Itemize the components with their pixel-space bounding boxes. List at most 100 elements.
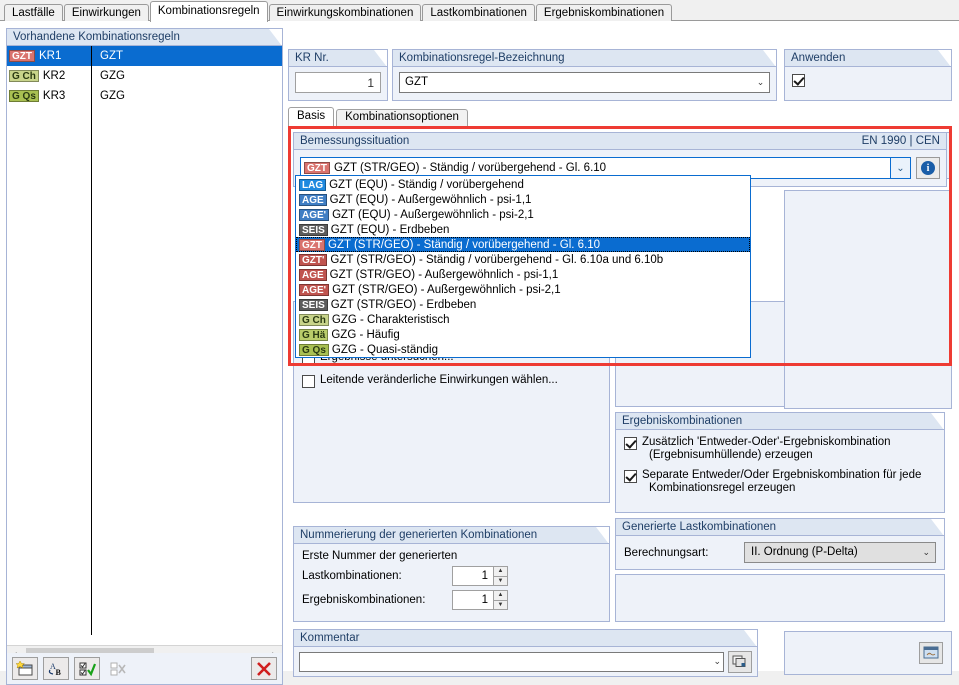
copy-windows-icon xyxy=(732,655,748,669)
design-situation-value: GZT (STR/GEO) - Ständig / vorübergehend … xyxy=(334,162,606,174)
tab-lastfälle[interactable]: Lastfälle xyxy=(4,4,63,21)
number-stepper[interactable]: 1▲▼ xyxy=(452,590,508,610)
table-row[interactable]: G QsKR3GZG xyxy=(7,86,282,106)
header-corner-decoration xyxy=(931,413,944,430)
combination-rules-list[interactable]: GZTKR1GZTG ChKR2GZGG QsKR3GZG xyxy=(7,46,282,635)
inner-tab-basis[interactable]: Basis xyxy=(288,107,334,126)
stepper-value[interactable]: 1 xyxy=(452,590,493,610)
inner-tab-kombinationsoptionen[interactable]: Kombinationsoptionen xyxy=(336,109,468,126)
chevron-down-icon[interactable]: ⌄ xyxy=(713,653,721,671)
numbering-title: Nummerierung der generierten Kombination… xyxy=(300,529,537,541)
result-combinations-checkbox-list: Zusätzlich 'Entweder-Oder'-Ergebniskombi… xyxy=(624,436,936,495)
checkbox[interactable] xyxy=(624,437,637,450)
stepper-up-icon[interactable]: ▲ xyxy=(493,590,508,600)
kr-designation-header: Kombinationsregel-Bezeichnung xyxy=(392,49,777,66)
tab-einwirkungen[interactable]: Einwirkungen xyxy=(64,4,149,21)
rule-number: KR3 xyxy=(43,90,65,102)
analysis-type-value: II. Ordnung (P-Delta) xyxy=(751,546,858,558)
number-stepper[interactable]: 1▲▼ xyxy=(452,566,508,586)
apply-title: Anwenden xyxy=(791,52,845,64)
checkbox-label-line2[interactable]: Kombinationsregel erzeugen xyxy=(642,482,921,495)
dropdown-option[interactable]: AGEGZT (STR/GEO) - Außergewöhnlich - psi… xyxy=(296,267,750,282)
kr-number-header: KR Nr. xyxy=(288,49,388,66)
checkbox-label-line2[interactable]: (Ergebnisumhüllende) erzeugen xyxy=(642,449,891,462)
dropdown-option-label: GZT (STR/GEO) - Außergewöhnlich - psi-1,… xyxy=(330,269,559,281)
dropdown-option[interactable]: AGE'GZT (EQU) - Außergewöhnlich - psi-2,… xyxy=(296,207,750,222)
dropdown-option-label: GZT (EQU) - Außergewöhnlich - psi-1,1 xyxy=(330,194,532,206)
apply-settings-button[interactable] xyxy=(919,642,943,664)
checkbox-label-line1[interactable]: Separate Entweder/Oder Ergebniskombinati… xyxy=(642,469,921,482)
tab-einwirkungskombinationen[interactable]: Einwirkungskombinationen xyxy=(269,4,422,21)
delete-x-icon xyxy=(255,661,273,677)
rename-combination-rule-button[interactable]: A B xyxy=(43,657,69,680)
checkbox[interactable] xyxy=(624,470,637,483)
checkbox-label-line1[interactable]: Zusätzlich 'Entweder-Oder'-Ergebniskombi… xyxy=(642,436,891,449)
table-row[interactable]: G ChKR2GZG xyxy=(7,66,282,86)
stepper-up-icon[interactable]: ▲ xyxy=(493,566,508,576)
comment-value xyxy=(300,656,304,668)
header-corner-decoration xyxy=(931,519,944,536)
situation-badge-icon: SEIS xyxy=(299,299,328,311)
situation-badge-icon: AGE xyxy=(299,194,327,206)
tab-lastkombinationen[interactable]: Lastkombinationen xyxy=(422,4,535,21)
numbering-label: Ergebniskombinationen: xyxy=(302,594,452,606)
apply-action-panel xyxy=(784,631,952,675)
tab-kombinationsregeln[interactable]: Kombinationsregeln xyxy=(150,1,268,22)
checkbox[interactable] xyxy=(302,375,315,388)
design-situation-title: Bemessungssituation xyxy=(300,135,409,147)
generated-load-combinations-header: Generierte Lastkombinationen xyxy=(615,518,945,535)
stepper-value[interactable]: 1 xyxy=(452,566,493,586)
comment-header: Kommentar xyxy=(293,629,758,646)
new-combination-rule-button[interactable] xyxy=(12,657,38,680)
design-situation-dropdown-list[interactable]: LAGGZT (EQU) - Ständig / vorübergehendAG… xyxy=(295,175,751,358)
header-corner-decoration xyxy=(596,527,609,544)
design-situation-info-button[interactable]: i xyxy=(916,157,940,179)
dropdown-option-label: GZT (EQU) - Außergewöhnlich - psi-2,1 xyxy=(332,209,534,221)
new-window-icon xyxy=(16,661,34,677)
tab-ergebniskombinationen[interactable]: Ergebniskombinationen xyxy=(536,4,672,21)
dropdown-option-label: GZT (EQU) - Erdbeben xyxy=(331,224,450,236)
apply-checkbox[interactable] xyxy=(792,74,805,87)
header-corner-decoration xyxy=(763,50,776,67)
checkbox-label[interactable]: Leitende veränderliche Einwirkungen wähl… xyxy=(320,374,558,386)
kr-designation-combobox[interactable]: GZT ⌄ xyxy=(399,72,770,93)
dropdown-option[interactable]: SEISGZT (STR/GEO) - Erdbeben xyxy=(296,297,750,312)
chevron-down-icon[interactable]: ⌄ xyxy=(890,158,910,178)
apply-body xyxy=(784,66,952,101)
dropdown-option-label: GZG - Charakteristisch xyxy=(332,314,450,326)
kr-designation-panel: Kombinationsregel-Bezeichnung GZT ⌄ xyxy=(392,49,777,101)
analysis-type-combobox[interactable]: II. Ordnung (P-Delta) ⌄ xyxy=(744,542,936,563)
dropdown-option[interactable]: GZTGZT (STR/GEO) - Ständig / vorübergehe… xyxy=(296,237,750,252)
dropdown-option[interactable]: AGE'GZT (STR/GEO) - Außergewöhnlich - ps… xyxy=(296,282,750,297)
existing-combination-rules-panel: Vorhandene Kombinationsregeln GZTKR1GZTG… xyxy=(6,28,283,664)
stepper-down-icon[interactable]: ▼ xyxy=(493,600,508,611)
dropdown-option[interactable]: GZT'GZT (STR/GEO) - Ständig / vorübergeh… xyxy=(296,252,750,267)
design-standard-label: EN 1990 | CEN xyxy=(862,133,940,150)
select-all-button[interactable] xyxy=(74,657,100,680)
dropdown-option[interactable]: SEISGZT (EQU) - Erdbeben xyxy=(296,222,750,237)
rule-name: GZT xyxy=(91,46,282,66)
dropdown-option-label: GZG - Häufig xyxy=(331,329,399,341)
left-panel-toolbar: A B xyxy=(6,653,283,685)
list-column-divider xyxy=(91,46,92,635)
dropdown-option[interactable]: G QsGZG - Quasi-ständig xyxy=(296,342,750,357)
dropdown-option-label: GZT (STR/GEO) - Ständig / vorübergehend … xyxy=(330,254,663,266)
comment-combobox[interactable]: ⌄ xyxy=(299,652,724,672)
dropdown-option[interactable]: G ChGZG - Charakteristisch xyxy=(296,312,750,327)
dropdown-option[interactable]: LAGGZT (EQU) - Ständig / vorübergehend xyxy=(296,177,750,192)
dropdown-option[interactable]: G HäGZG - Häufig xyxy=(296,327,750,342)
comment-copy-button[interactable] xyxy=(728,651,752,673)
delete-combination-rule-button[interactable] xyxy=(251,657,277,680)
deselect-all-button[interactable] xyxy=(105,657,131,680)
kr-number-input[interactable]: 1 xyxy=(295,72,381,93)
dropdown-option[interactable]: AGEGZT (EQU) - Außergewöhnlich - psi-1,1 xyxy=(296,192,750,207)
numbering-panel: Nummerierung der generierten Kombination… xyxy=(293,526,610,622)
design-situation-badge: GZT xyxy=(304,162,330,174)
dropdown-option-label: GZG - Quasi-ständig xyxy=(332,344,438,356)
stepper-down-icon[interactable]: ▼ xyxy=(493,576,508,587)
chevron-down-icon[interactable]: ⌄ xyxy=(922,543,930,562)
dropdown-option-label: GZT (STR/GEO) - Ständig / vorübergehend … xyxy=(328,239,600,251)
table-row[interactable]: GZTKR1GZT xyxy=(7,46,282,66)
option-row: Separate Entweder/Oder Ergebniskombinati… xyxy=(624,469,936,495)
chevron-down-icon[interactable]: ⌄ xyxy=(752,73,769,92)
